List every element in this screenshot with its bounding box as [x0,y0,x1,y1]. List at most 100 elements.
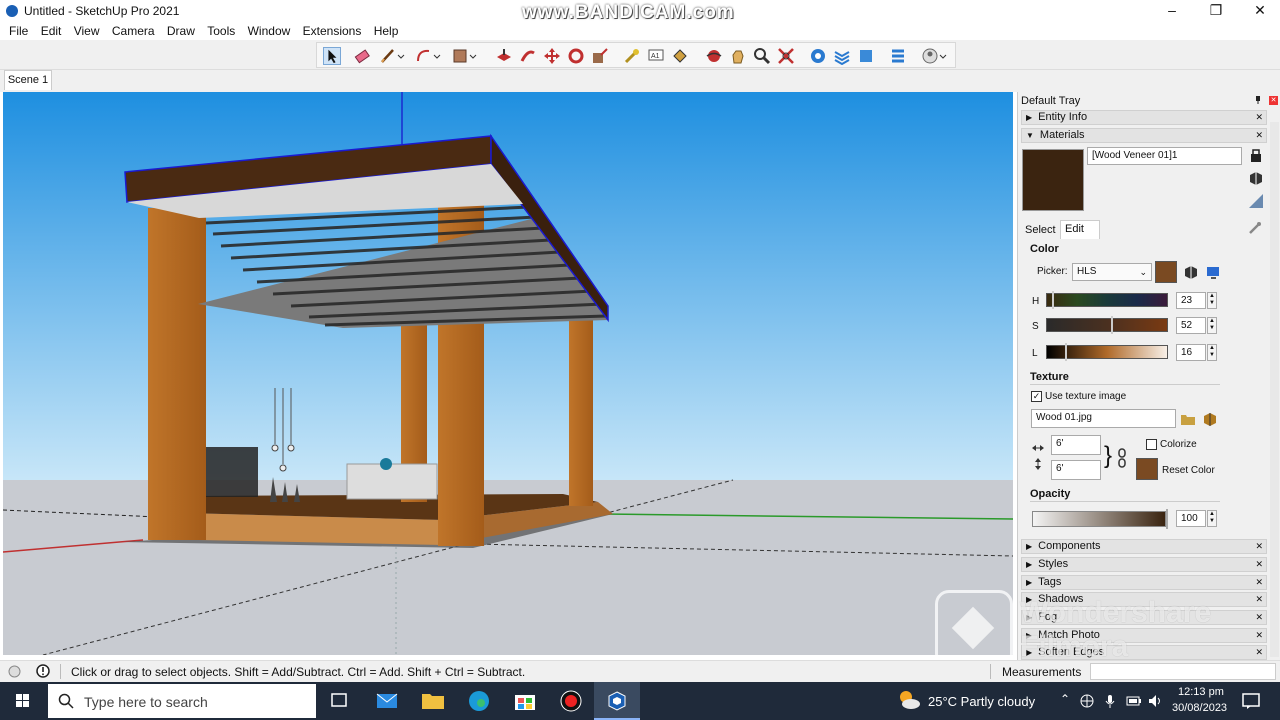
tray-close-button[interactable]: ✕ [1269,96,1278,105]
menu-extensions[interactable]: Extensions [303,22,362,40]
tape-measure-tool-icon[interactable] [623,47,641,65]
rotate-tool-icon[interactable] [567,47,585,65]
opacity-slider-handle[interactable] [1166,509,1168,529]
panel-components[interactable]: ▶ Components ✕ [1021,539,1267,554]
close-icon[interactable]: ✕ [1255,593,1263,606]
hue-slider-handle[interactable] [1052,291,1054,309]
windows-start-icon[interactable] [0,682,46,720]
select-tool-icon[interactable] [323,47,341,65]
sketchup-taskbar-button[interactable] [594,682,640,720]
orbit-tool-icon[interactable] [705,47,723,65]
h-spinner[interactable]: ▲ ▼ [1207,292,1217,309]
use-texture-checkbox[interactable]: ✓ [1031,391,1042,402]
info-icon[interactable] [36,664,50,678]
panel-entity-info[interactable]: ▶ Entity Info ✕ [1021,110,1267,125]
clock-date[interactable]: 30/08/2023 [1172,702,1227,714]
notification-icon[interactable] [1242,693,1260,709]
menu-draw[interactable]: Draw [167,22,195,40]
hue-slider[interactable] [1046,293,1168,307]
chevron-up-icon[interactable]: ⌃ [1060,692,1070,706]
texture-height-field[interactable]: 6' [1051,460,1101,480]
clock-time[interactable]: 12:13 pm [1178,686,1224,698]
model-canvas[interactable] [3,92,1013,655]
menu-file[interactable]: File [9,22,28,40]
close-button[interactable]: ✕ [1238,0,1280,22]
panel-tags[interactable]: ▶ Tags ✕ [1021,575,1267,590]
text-tool-icon[interactable]: A1 [647,47,665,65]
tab-scene-1[interactable]: Scene 1 [4,70,52,90]
chevron-down-icon[interactable] [433,47,441,65]
close-icon[interactable]: ✕ [1255,558,1263,571]
browse-folder-icon[interactable] [1180,411,1196,427]
create-material-icon[interactable] [1250,149,1262,163]
display-secondary-pane-icon[interactable] [1248,193,1264,209]
opacity-spinner[interactable]: ▲ ▼ [1207,510,1217,527]
edge-browser-icon[interactable] [456,682,502,720]
line-tool-icon[interactable] [379,47,397,65]
shape-tool-icon[interactable] [451,47,469,65]
paint-bucket-tool-icon[interactable] [671,47,689,65]
sample-paint-icon[interactable] [1248,170,1264,186]
account-icon[interactable] [921,47,939,65]
reset-color-swatch[interactable] [1136,458,1158,480]
microphone-icon[interactable] [1104,694,1116,708]
volume-icon[interactable] [1148,694,1164,708]
minimize-button[interactable]: – [1150,0,1194,22]
menu-tools[interactable]: Tools [207,22,235,40]
panel-styles[interactable]: ▶ Styles ✕ [1021,557,1267,572]
texture-width-field[interactable]: 6' [1051,435,1101,455]
eyedropper-icon[interactable] [1248,221,1262,235]
edit-texture-icon[interactable] [1202,411,1218,427]
measurements-field[interactable] [1090,663,1276,680]
reset-color-button[interactable]: Reset Color [1162,465,1215,476]
current-color-swatch[interactable] [1155,261,1177,283]
tab-edit[interactable]: Edit [1060,220,1100,239]
weather-icon[interactable] [896,688,922,712]
close-icon[interactable]: ✕ [1255,646,1263,659]
battery-icon[interactable] [1126,695,1142,707]
lock-aspect-icon[interactable] [1118,448,1126,468]
colorize-checkbox[interactable] [1146,439,1157,450]
close-icon[interactable]: ✕ [1255,576,1263,589]
tab-select[interactable]: Select [1022,222,1062,239]
chevron-down-icon[interactable] [397,47,405,65]
menu-edit[interactable]: Edit [41,22,62,40]
pin-icon[interactable] [1254,96,1262,104]
h-value-field[interactable]: 23 [1176,292,1206,309]
layout-icon[interactable] [857,47,875,65]
chevron-down-icon[interactable] [469,47,477,65]
move-tool-icon[interactable] [543,47,561,65]
model-viewport[interactable] [3,92,1013,655]
task-view-icon[interactable] [316,682,362,720]
extension-warehouse-icon[interactable] [833,47,851,65]
s-value-field[interactable]: 52 [1176,317,1206,334]
menu-help[interactable]: Help [374,22,399,40]
close-icon[interactable]: ✕ [1255,629,1263,642]
panel-materials[interactable]: ▼ Materials ✕ [1021,128,1267,143]
saturation-slider-handle[interactable] [1111,316,1113,334]
lightness-slider-handle[interactable] [1065,343,1067,361]
menu-camera[interactable]: Camera [112,22,155,40]
menu-window[interactable]: Window [248,22,291,40]
taskbar-search-box[interactable]: Type here to search [48,684,316,718]
s-spinner[interactable]: ▲ ▼ [1207,317,1217,334]
close-icon[interactable]: ✕ [1255,611,1263,624]
zoom-extents-tool-icon[interactable] [777,47,795,65]
l-value-field[interactable]: 16 [1176,344,1206,361]
opacity-slider[interactable] [1032,511,1166,527]
weather-text[interactable]: 25°C Partly cloudy [928,694,1035,709]
material-name-field[interactable]: [Wood Veneer 01]1 [1087,147,1242,165]
texture-file-field[interactable]: Wood 01.jpg [1031,409,1176,428]
close-icon[interactable]: ✕ [1255,129,1263,142]
l-spinner[interactable]: ▲ ▼ [1207,344,1217,361]
close-icon[interactable]: ✕ [1255,111,1263,124]
file-explorer-icon[interactable] [410,682,456,720]
saturation-slider[interactable] [1046,318,1168,332]
tray-scrollbar[interactable] [1270,122,1279,657]
store-icon[interactable] [502,682,548,720]
extension-manager-icon[interactable] [889,47,907,65]
pan-tool-icon[interactable] [729,47,747,65]
mail-icon[interactable] [364,682,410,720]
warehouse-icon[interactable] [809,47,827,65]
geo-location-icon[interactable] [8,665,21,678]
